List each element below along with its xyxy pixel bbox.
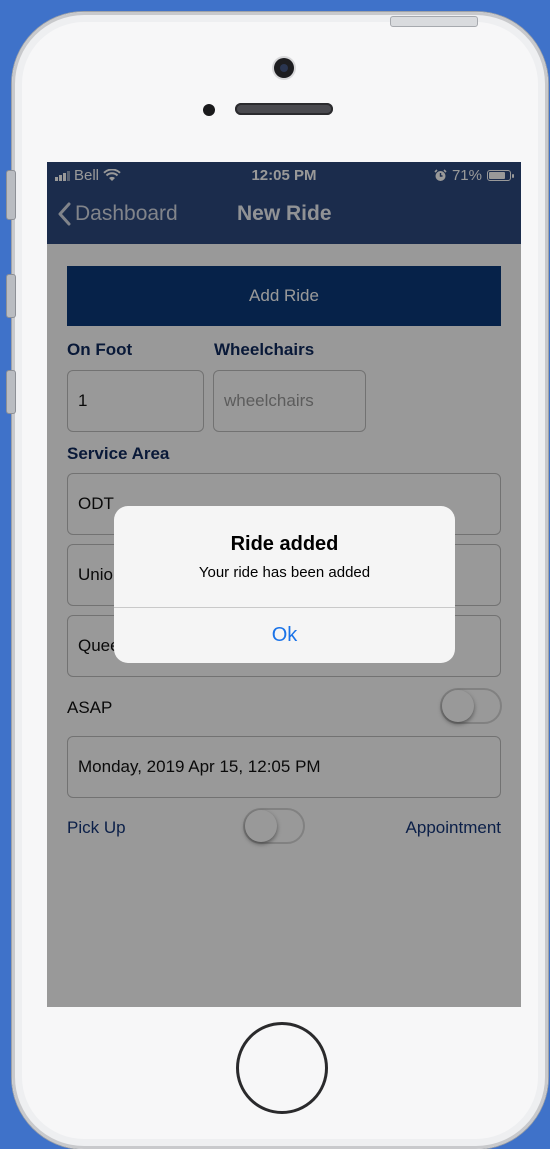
alert-title: Ride added	[230, 533, 339, 555]
alert-dialog: Ride added Your ride has been added Ok	[114, 506, 455, 663]
home-button[interactable]	[236, 1022, 328, 1114]
alert-ok-button[interactable]: Ok	[114, 608, 455, 663]
proximity-sensor	[203, 104, 215, 116]
earpiece-speaker	[235, 103, 333, 115]
front-camera	[274, 58, 294, 78]
volume-up-button	[6, 274, 16, 318]
power-button	[390, 16, 478, 27]
alert-message: Your ride has been added	[198, 564, 371, 581]
screen: Bell 12:05 PM 71% Dashboard New Ride Add…	[47, 162, 521, 1007]
mute-switch	[6, 170, 16, 220]
volume-down-button	[6, 370, 16, 414]
